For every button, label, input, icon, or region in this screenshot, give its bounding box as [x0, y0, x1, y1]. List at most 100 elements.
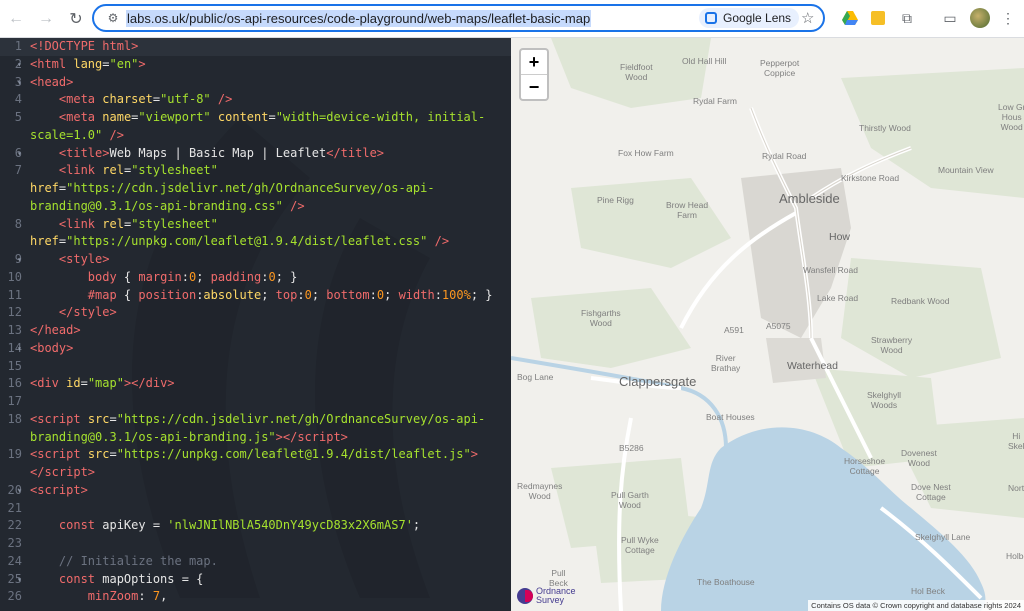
place-label: B5286 [619, 443, 644, 453]
code-text: href="https://cdn.jsdelivr.net/gh/Ordnan… [30, 181, 435, 195]
code-line[interactable]: 14 ▾ <body> [0, 340, 511, 358]
line-number: 24 [7, 553, 22, 568]
google-lens-button[interactable]: Google Lens [699, 8, 800, 28]
code-line[interactable]: 1 <!DOCTYPE html> [0, 38, 511, 56]
drive-extension-icon[interactable] [840, 8, 860, 28]
line-number [0, 464, 30, 482]
code-line[interactable]: 18 <script src="https://cdn.jsdelivr.net/… [0, 411, 511, 429]
back-arrow-icon[interactable]: ← [2, 5, 30, 33]
code-line[interactable]: 8 <link rel="stylesheet" [0, 216, 511, 234]
profile-avatar[interactable] [970, 8, 990, 28]
code-line[interactable]: 17 [0, 393, 511, 411]
line-number: 16 [7, 376, 22, 391]
code-text: href="https://unpkg.com/leaflet@1.9.4/di… [30, 234, 450, 249]
place-label: Skelghyll Lane [915, 532, 971, 542]
line-number: 9 [14, 252, 22, 266]
fold-arrow-icon[interactable]: ▾ [17, 251, 22, 269]
code-text: <html lang="en"> [30, 56, 146, 71]
code-line[interactable]: 5 <meta name="viewport" content="width=d… [0, 109, 511, 127]
fold-arrow-icon[interactable]: ▾ [17, 145, 22, 163]
os-logo-icon [517, 588, 533, 604]
code-line[interactable]: 16 <div id="map"></div> [0, 375, 511, 393]
code-line[interactable]: 2 ▾ <html lang="en"> [0, 56, 511, 74]
extension-icon[interactable] [868, 8, 888, 28]
url-text[interactable]: labs.os.uk/public/os-api-resources/code-… [126, 9, 592, 27]
place-label: Strawberry Wood [871, 335, 913, 355]
zoom-in-button[interactable]: + [521, 50, 547, 74]
code-line[interactable]: 19 <script src="https://unpkg.com/leaflet… [0, 446, 511, 464]
code-line[interactable]: 15 [0, 358, 511, 376]
place-label: Fox How Farm [618, 148, 674, 158]
code-editor[interactable]: 1 <!DOCTYPE html> 2 ▾ <html lang="en"> 3 ▾ <hea… [0, 38, 511, 611]
code-line[interactable]: 22 const apiKey = 'nlwJNIlNBlA540DnY49yc… [0, 517, 511, 535]
site-settings-icon[interactable]: ⚙ [102, 11, 124, 25]
address-bar[interactable]: ⚙ labs.os.uk/public/os-api-resources/cod… [92, 4, 825, 32]
fold-arrow-icon[interactable]: ▾ [17, 571, 22, 589]
code-line[interactable]: 11 #map { position:absolute; top:0; bott… [0, 287, 511, 305]
code-text: body { margin:0; padding:0; } [87, 269, 298, 284]
fold-arrow-icon[interactable]: ▾ [17, 482, 22, 500]
fold-arrow-icon[interactable]: ▾ [17, 56, 22, 74]
code-line[interactable]: 21 [0, 500, 511, 518]
ordnance-survey-logo: Ordnance Survey [517, 587, 576, 605]
code-line[interactable]: 23 [0, 535, 511, 553]
line-number: 15 [7, 358, 22, 373]
code-line[interactable]: 24 // Initialize the map. [0, 553, 511, 571]
code-line[interactable]: 7 <link rel="stylesheet" [0, 162, 511, 180]
code-line[interactable]: 12 </style> [0, 304, 511, 322]
place-label: Wansfell Road [803, 265, 858, 275]
code-text: minZoom: 7, [87, 589, 168, 604]
code-line[interactable]: href="https://unpkg.com/leaflet@1.9.4/di… [0, 233, 511, 251]
fold-arrow-icon[interactable]: ▾ [17, 340, 22, 358]
zoom-out-button[interactable]: − [521, 74, 547, 99]
town-label: How [829, 231, 851, 243]
code-line[interactable]: 6 ▾ <title>Web Maps | Basic Map | Leaflet… [0, 145, 511, 163]
line-number: 8 [14, 216, 22, 231]
lens-icon [705, 12, 717, 24]
code-line[interactable]: 4 <meta charset="utf-8" /> [0, 91, 511, 109]
place-label: Kirkstone Road [841, 173, 900, 183]
bookmark-star-icon[interactable]: ☆ [801, 9, 814, 27]
forward-arrow-icon[interactable]: → [32, 5, 60, 33]
code-line[interactable]: scale=1.0" /> [0, 127, 511, 145]
code-line[interactable]: 26 minZoom: 7, [0, 588, 511, 606]
fold-arrow-icon[interactable]: ▾ [17, 74, 22, 92]
place-label: Mountain View [938, 165, 994, 175]
code-line[interactable]: branding@0.3.1/os-api-branding.css" /> [0, 198, 511, 216]
code-line[interactable]: 9 ▾ <style> [0, 251, 511, 269]
extensions-puzzle-icon[interactable]: ⧉ [897, 8, 917, 28]
code-text: <body> [30, 340, 74, 355]
reload-icon[interactable]: ↻ [62, 5, 90, 33]
place-label: Pine Rigg [597, 195, 634, 205]
place-label: Dovenest Wood [901, 448, 937, 468]
place-label: Horseshoe Cottage [844, 456, 886, 476]
code-text: <script src="https://cdn.jsdelivr.net/gh… [30, 411, 486, 426]
code-line[interactable]: 20 ▾ <script> [0, 482, 511, 500]
code-text: </style> [58, 305, 117, 320]
code-text: <!DOCTYPE html> [30, 39, 139, 53]
line-number: 22 [7, 518, 22, 533]
line-number: 17 [7, 394, 22, 408]
code-line[interactable]: </script> [0, 464, 511, 482]
place-label: Nort [1008, 483, 1024, 493]
code-line[interactable]: 3 ▾ <head> [0, 74, 511, 92]
place-label: Pull Beck [549, 568, 568, 588]
cast-icon[interactable]: ▭ [940, 8, 960, 28]
place-label: A5075 [766, 321, 791, 331]
code-line[interactable]: 25 ▾ const mapOptions = { [0, 571, 511, 589]
map-view[interactable]: + − Ambleside Clappersgate Waterhead How Fie… [511, 38, 1024, 611]
code-text: </script> [30, 465, 96, 479]
place-label: Brow Head Farm [666, 200, 709, 220]
code-line[interactable]: 10 body { margin:0; padding:0; } [0, 269, 511, 287]
code-text: <title>Web Maps | Basic Map | Leaflet</t… [58, 145, 385, 160]
menu-kebab-icon[interactable]: ⋮ [998, 8, 1018, 28]
place-label: Pull Wyke Cottage [621, 535, 659, 555]
place-label: Fishgarths Wood [581, 308, 621, 328]
place-label: Old Hall Hill [682, 56, 727, 66]
place-label: The Boathouse [697, 577, 755, 587]
code-text: <link rel="stylesheet" [58, 163, 218, 178]
code-line[interactable]: href="https://cdn.jsdelivr.net/gh/Ordnan… [0, 180, 511, 198]
code-line[interactable]: branding@0.3.1/os-api-branding.js"></scr… [0, 429, 511, 447]
line-number [0, 429, 30, 447]
code-line[interactable]: 13 </head> [0, 322, 511, 340]
